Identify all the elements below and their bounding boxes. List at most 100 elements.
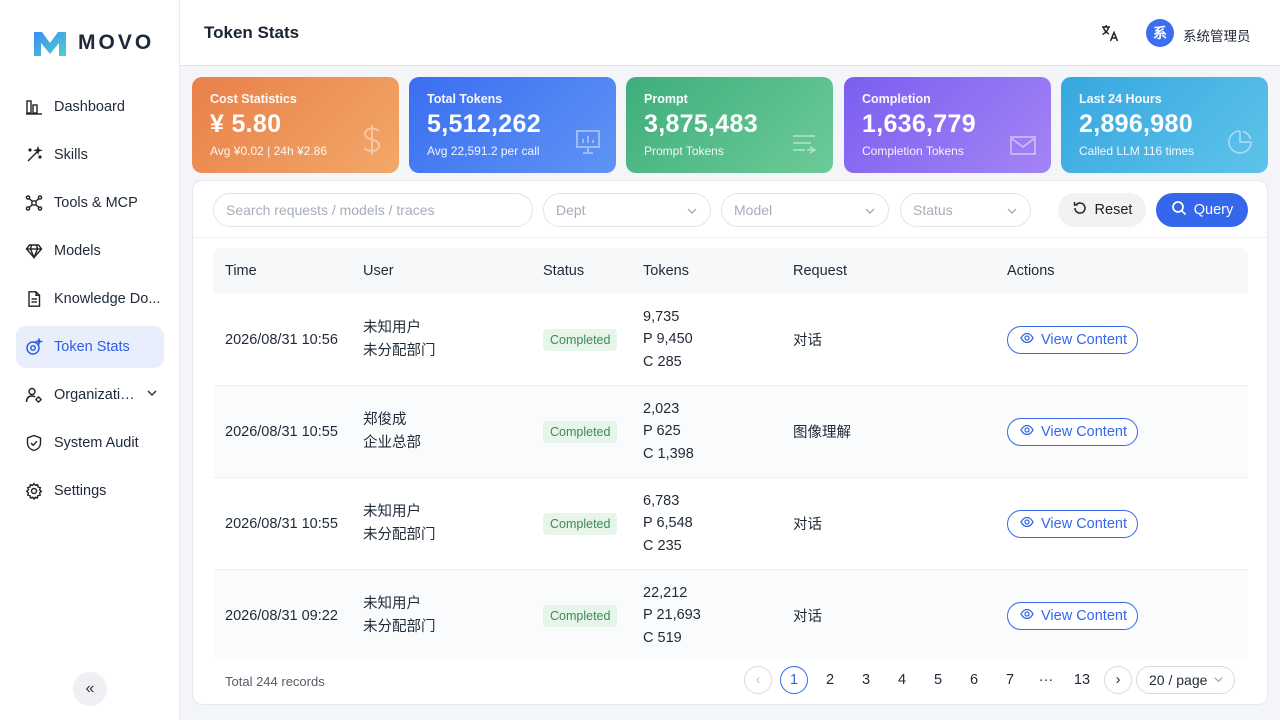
page-size-value: 20 / page — [1149, 672, 1208, 688]
chevron-down-icon — [1006, 204, 1018, 220]
column-header-status[interactable]: Status — [543, 263, 643, 279]
view-content-button[interactable]: View Content — [1007, 509, 1138, 538]
column-header-tokens[interactable]: Tokens — [643, 260, 793, 283]
user-dept: 企业总部 — [363, 434, 421, 451]
page-13[interactable]: 13 — [1064, 666, 1100, 694]
prev-page-button[interactable]: ‹ — [744, 666, 772, 694]
tokens-total: 2,023 — [643, 400, 680, 417]
reset-label: Reset — [1094, 202, 1133, 218]
row-time: 2026/08/31 09:22 — [225, 607, 338, 624]
user-name[interactable]: 系统管理员 — [1183, 25, 1251, 45]
eye-icon — [1020, 331, 1034, 349]
eye-icon — [1020, 515, 1034, 533]
query-label: Query — [1193, 202, 1234, 218]
view-content-button[interactable]: View Content — [1007, 417, 1138, 446]
card-title: Cost Statistics — [210, 92, 297, 106]
status-badge: Completed — [543, 604, 618, 627]
token-records-panel: Search requests / models / traces Dept M… — [192, 180, 1268, 705]
chevron-down-icon — [146, 387, 158, 403]
sidebar-item-label: Models — [54, 243, 101, 259]
tokens-completion: C 519 — [643, 629, 682, 646]
list-arrow-icon — [791, 132, 819, 161]
token-icon — [24, 337, 44, 357]
row-request: 对话 — [793, 517, 822, 533]
row-request: 对话 — [793, 609, 822, 625]
top-header: Token Stats 系 系统管理员 — [180, 0, 1280, 66]
completion-card: Completion 1,636,779 Completion Tokens — [844, 77, 1051, 173]
status-placeholder: Status — [913, 202, 953, 218]
model-select[interactable]: Model — [721, 193, 889, 227]
page-7[interactable]: 7 — [992, 666, 1028, 694]
dept-select[interactable]: Dept — [543, 193, 711, 227]
next-page-button[interactable]: › — [1104, 666, 1132, 694]
gear-icon — [24, 481, 44, 501]
translate-icon[interactable] — [1100, 23, 1120, 48]
tokens-prompt: P 21,693 — [643, 607, 701, 624]
row-tokens: 22,212 P 21,693 C 519 — [643, 582, 793, 650]
sidebar: MOVO Dashboard Skills Tools & MCP Models — [0, 0, 180, 720]
page-1[interactable]: 1 — [780, 666, 808, 694]
row-actions: View Content — [1007, 417, 1207, 446]
user-name: 郑俊成 — [363, 411, 407, 428]
sidebar-item-organization[interactable]: Organizatio... — [16, 374, 164, 416]
sidebar-item-models[interactable]: Models — [16, 230, 164, 272]
sidebar-item-system-audit[interactable]: System Audit — [16, 422, 164, 464]
user-name: 未知用户 — [363, 595, 421, 612]
view-content-button[interactable]: View Content — [1007, 601, 1138, 630]
table-row: 2026/08/31 10:55 未知用户 未分配部门 Completed 6,7… — [213, 478, 1248, 570]
sidebar-item-token-stats[interactable]: Token Stats — [16, 326, 164, 368]
page-size-select[interactable]: 20 / page — [1136, 666, 1235, 694]
row-time: 2026/08/31 10:56 — [225, 331, 338, 348]
diamond-icon — [24, 241, 44, 261]
search-input[interactable]: Search requests / models / traces — [213, 193, 533, 227]
query-button[interactable]: Query — [1156, 193, 1248, 227]
eye-icon — [1020, 607, 1034, 625]
row-tokens: 2,023 P 625 C 1,398 — [643, 398, 793, 466]
page-2[interactable]: 2 — [812, 666, 848, 694]
sidebar-item-tools-mcp[interactable]: Tools & MCP — [16, 182, 164, 224]
chevron-down-icon — [1213, 672, 1224, 688]
status-select[interactable]: Status — [900, 193, 1031, 227]
tokens-prompt: P 9,450 — [643, 331, 693, 348]
sidebar-item-skills[interactable]: Skills — [16, 134, 164, 176]
card-subtitle: Prompt Tokens — [644, 144, 724, 158]
pagination: ‹ 1 2 3 4 5 6 7 ··· 13 › — [740, 666, 1136, 694]
column-header-user[interactable]: User — [363, 260, 543, 283]
eye-icon — [1020, 423, 1034, 441]
page-3[interactable]: 3 — [848, 666, 884, 694]
sidebar-item-label: Token Stats — [54, 339, 130, 355]
row-status: Completed — [543, 328, 643, 351]
sidebar-nav: Dashboard Skills Tools & MCP Models Know… — [16, 86, 164, 518]
page-6[interactable]: 6 — [956, 666, 992, 694]
column-header-request[interactable]: Request — [793, 263, 1007, 279]
sidebar-item-label: Knowledge Do... — [54, 291, 161, 307]
view-content-button[interactable]: View Content — [1007, 325, 1138, 354]
user-dept: 未分配部门 — [363, 618, 436, 635]
sidebar-item-settings[interactable]: Settings — [16, 470, 164, 512]
mail-icon — [1009, 134, 1037, 161]
sidebar-item-knowledge[interactable]: Knowledge Do... — [16, 278, 164, 320]
logo[interactable]: MOVO — [32, 28, 154, 58]
prompt-card: Prompt 3,875,483 Prompt Tokens — [626, 77, 833, 173]
tokens-total: 6,783 — [643, 492, 680, 509]
tokens-prompt: P 6,548 — [643, 515, 693, 532]
row-request: 图像理解 — [793, 425, 851, 441]
page-title: Token Stats — [204, 23, 300, 42]
column-header-time[interactable]: Time — [213, 263, 363, 279]
page-4[interactable]: 4 — [884, 666, 920, 694]
row-user: 未知用户 未分配部门 — [363, 317, 543, 363]
avatar[interactable]: 系 — [1146, 19, 1174, 47]
shield-icon — [24, 433, 44, 453]
tokens-prompt: P 625 — [643, 423, 681, 440]
status-badge: Completed — [543, 328, 618, 351]
collapse-sidebar-button[interactable]: « — [73, 672, 107, 706]
card-title: Total Tokens — [427, 92, 503, 106]
magic-wand-icon — [24, 145, 44, 165]
page-5[interactable]: 5 — [920, 666, 956, 694]
page-ellipsis[interactable]: ··· — [1028, 666, 1064, 694]
reset-button[interactable]: Reset — [1058, 193, 1146, 227]
document-icon — [24, 289, 44, 309]
sidebar-item-dashboard[interactable]: Dashboard — [16, 86, 164, 128]
dollar-icon — [359, 124, 385, 161]
user-name: 未知用户 — [363, 503, 421, 520]
